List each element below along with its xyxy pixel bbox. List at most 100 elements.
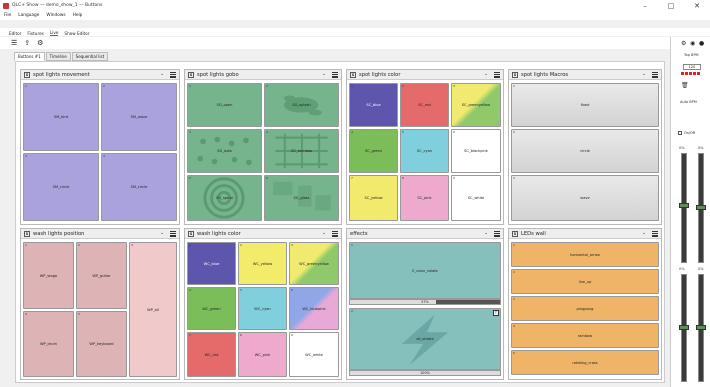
vc-button[interactable]: 8 SC_pink [400,175,449,221]
vc-button[interactable]: 3 WP_all [129,242,177,377]
vc-button[interactable]: 3 wave [511,175,659,221]
vc-button[interactable]: 1 WP_stage [23,242,74,309]
tab-sequential-list[interactable]: Sequential list [71,52,109,61]
vc-button[interactable]: 9 SC_white [451,175,501,221]
side-panel: ⚙ ◉ ● Tap BPM [670,37,710,387]
tab-live[interactable]: Live [49,30,59,36]
menu-icon[interactable] [652,71,658,78]
minimize-button[interactable]: – [632,0,658,11]
frame-title: effects [350,230,368,237]
vc-button[interactable]: 1 WC_blue [187,242,236,285]
vc-button[interactable]: 6 SC_blackpink [451,129,501,173]
chevron-down-icon[interactable]: ⌄ [322,72,326,77]
vc-button[interactable]: 3 SC_greenyellow [451,83,501,127]
vc-button[interactable]: 1 fixed [511,83,659,127]
vc-button[interactable]: 6 WC_bluepink [289,287,339,330]
frame-cap: S [24,71,30,78]
vc-button[interactable]: 5 SC_cyan [400,129,449,173]
vc-button[interactable]: 4 WC_green [187,287,236,330]
menu-icon[interactable] [494,71,500,78]
vc-button[interactable]: 4 SM_circle [101,153,177,221]
vc-button[interactable]: 6 SG_glass [264,175,339,221]
vc-button[interactable]: 2 SG_splash [264,83,339,127]
menu-icon[interactable] [170,230,176,237]
fader-handle[interactable] [696,325,706,330]
menu-icon[interactable] [494,230,500,237]
chevron-down-icon[interactable]: ⌄ [484,72,488,77]
vc-button[interactable]: 4 rainbow [511,323,659,348]
vc-button[interactable]: 5 WP_keyboard [76,311,127,377]
fader-left-pct-2: 0% [679,267,685,271]
grand-master-fader-left[interactable] [681,153,687,263]
tab-timeline[interactable]: Timeline [45,52,71,61]
vc-button[interactable]: 2 WC_yellow [238,242,287,285]
frame-effects: effects ⌄ 1 E_color_rotate 57% 2 T all_str… [346,228,504,380]
vc-button[interactable]: 4 SG_bamboo [264,129,339,173]
vc-button[interactable]: 9 WC_white [289,332,339,377]
chevron-down-icon[interactable]: ⌄ [642,72,646,77]
chevron-down-icon[interactable]: ⌄ [160,72,164,77]
vc-button[interactable]: 3 pingpong [511,296,659,321]
tempo-field[interactable]: 120 [683,64,701,70]
chevron-down-icon[interactable]: ⌄ [484,231,488,236]
maximize-button[interactable]: □ [658,0,684,11]
vc-button[interactable]: 1 SC_blue [349,83,398,127]
frame-cap: S [188,230,194,237]
menu-file[interactable]: File [4,13,11,18]
onoff-toggle[interactable]: On/Off [678,131,695,135]
tab-editor[interactable]: Editor [9,31,21,36]
tab-fixtures[interactable]: Fixtures [27,31,43,36]
menu-icon[interactable] [332,230,338,237]
tab-buttons-1[interactable]: Buttons #1 [14,52,45,61]
vc-button[interactable]: 1 SM_bird [23,83,99,151]
vc-button[interactable]: 2 T all_strobe [349,308,501,370]
menu-icon[interactable] [332,71,338,78]
vc-button[interactable]: 2 circle [511,129,659,173]
vc-button[interactable]: 5 SG_spiral [187,175,262,221]
fader-handle[interactable] [679,203,689,208]
tab-show-editor[interactable]: Show Editor [64,31,89,36]
menu-help[interactable]: Help [73,13,83,18]
grid-icon[interactable]: ☰ [11,39,17,47]
vc-button[interactable]: 2 line_up [511,269,659,294]
fader-handle[interactable] [696,205,706,210]
trash-icon[interactable]: 🗑 [681,82,689,89]
vc-button[interactable]: 4 WP_drum [23,311,74,377]
fader-left-pct: 0% [679,146,685,150]
frame-title: spot lights Macros [521,71,569,78]
vc-button[interactable]: 2 SC_red [400,83,449,127]
vc-button[interactable]: 7 WC_red [187,332,236,377]
frame-spot-macros: Sspot lights Macros ⌄ 1 fixed 2 circle 3 wav… [508,69,662,225]
auto-bpm-label: Auto BPM [680,100,697,104]
frame-cap: S [24,230,30,237]
chevron-down-icon[interactable]: ⌄ [322,231,326,236]
share-icon[interactable]: ⇪ [24,39,30,47]
close-button[interactable]: ✕ [684,0,710,11]
chevron-down-icon[interactable]: ⌄ [160,231,164,236]
vc-button[interactable]: 3 SG_dots [187,129,262,173]
vc-button[interactable]: 5 WC_cyan [238,287,287,330]
menu-icon[interactable] [652,230,658,237]
chevron-down-icon[interactable]: ⌄ [642,231,646,236]
vc-button[interactable]: 4 SC_green [349,129,398,173]
vc-button[interactable]: 3 WC_greenyellow [289,242,339,285]
vc-button[interactable]: 1 horizontal_arrow [511,242,659,267]
menu-windows[interactable]: Windows [46,13,65,18]
settings-icon[interactable]: ⚙ [37,39,43,47]
vc-button[interactable]: 2 WP_guitar [76,242,127,309]
stop-icon[interactable]: ● [699,40,704,47]
frame-cap: S [350,71,356,78]
gear-icon[interactable]: ⚙ [681,40,686,47]
menu-bar: File Language Windows Help [0,11,710,20]
vc-button[interactable]: 1 SG_open [187,83,262,127]
vc-button[interactable]: 8 WC_pink [238,332,287,377]
vc-button[interactable]: 1 E_color_rotate [349,242,501,299]
vc-button[interactable]: 3 SM_circle [23,153,99,221]
menu-icon[interactable] [170,71,176,78]
vc-button[interactable]: 5 rotating_cross [511,350,659,375]
speed-icon[interactable]: ◉ [690,40,695,47]
vc-button[interactable]: 7 SC_yellow [349,175,398,221]
menu-language[interactable]: Language [18,13,39,18]
vc-button[interactable]: 2 SM_wave [101,83,177,151]
fader-handle[interactable] [679,325,689,330]
